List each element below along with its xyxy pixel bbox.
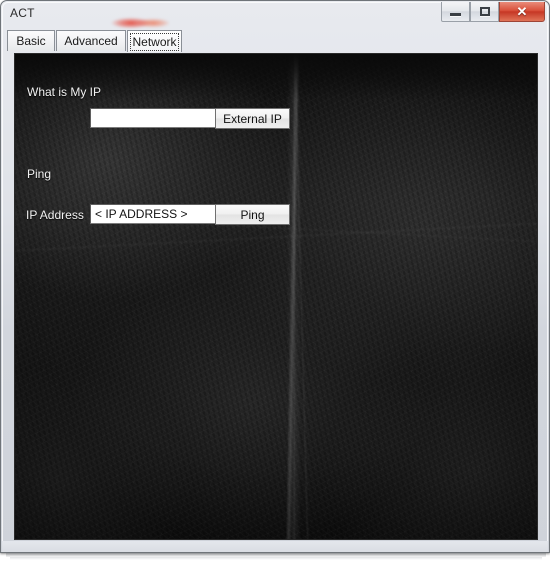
title-bar[interactable]: ACT ✕: [1, 1, 549, 30]
what-is-my-ip-section-label: What is My IP: [27, 85, 102, 99]
maximize-button[interactable]: [470, 2, 499, 22]
tab-advanced-label: Advanced: [64, 34, 118, 48]
ping-section-label: Ping: [27, 167, 52, 181]
network-tab-panel: What is My IP External IP Ping IP Addres…: [14, 53, 538, 540]
window-title: ACT: [10, 6, 35, 20]
application-window: ACT ✕ Basic Advanced Network What is My …: [0, 0, 550, 553]
tab-network[interactable]: Network: [127, 30, 182, 52]
minimize-button[interactable]: [441, 2, 470, 22]
tab-network-label: Network: [132, 34, 177, 49]
window-shadow-soft: [10, 557, 542, 560]
tab-strip: Basic Advanced Network: [7, 30, 544, 52]
app-icon-smear: [109, 16, 169, 30]
minimize-icon: [450, 12, 461, 16]
maximize-icon: [479, 7, 490, 16]
external-ip-input[interactable]: [90, 108, 216, 128]
ping-button[interactable]: Ping: [215, 204, 290, 225]
close-button[interactable]: ✕: [499, 2, 545, 22]
window-status-area: [2, 541, 548, 552]
close-icon: ✕: [516, 4, 528, 19]
tab-advanced[interactable]: Advanced: [56, 30, 126, 51]
tab-basic-label: Basic: [16, 34, 46, 48]
external-ip-button[interactable]: External IP: [215, 108, 290, 129]
tab-basic[interactable]: Basic: [7, 30, 55, 51]
ip-address-field-label: IP Address: [26, 208, 84, 222]
ping-ip-address-input[interactable]: [90, 204, 216, 224]
